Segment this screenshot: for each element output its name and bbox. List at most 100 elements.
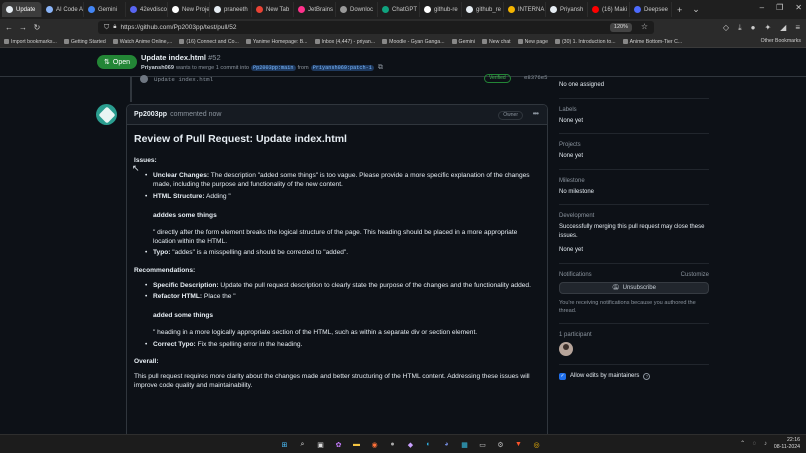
commit-author-avatar[interactable] [140,75,148,83]
minimize-icon[interactable]: – [760,3,764,12]
tab-list-chevron-icon[interactable]: ⌄ [687,4,705,15]
bookmark-item[interactable]: Getting Started [63,39,106,45]
windows-start-icon[interactable]: ⊞ [278,438,291,451]
copilot-icon[interactable]: ✿ [332,438,345,451]
extensions-icon[interactable]: ◢ [780,23,786,33]
unsubscribe-button[interactable]: 🔕︎ Unsubscribe [559,281,709,294]
bookmark-item[interactable]: Moodle - Gyan Ganga... [382,39,445,45]
reload-icon[interactable]: ↻ [30,23,44,32]
comment-timestamp[interactable]: commented now [170,111,221,118]
windows-taskbar: ⊞ ⌕ ▣ ✿ ▬ ◉ ● ◆ ◐ ◕ ▦ ▭ ⚙ ▼ ◎ ⌃ ◌ ♪ 22:1… [0,434,806,453]
account-icon[interactable]: ● [751,23,756,33]
browser-tab[interactable]: New Tab [252,2,294,17]
pocket-icon[interactable]: ◇ [723,23,729,33]
bookmark-item[interactable]: Anime Bottom-Tier C... [622,39,682,45]
browser-tab[interactable]: (16) Maki [588,2,630,17]
browser-tab[interactable]: github_re [462,2,504,17]
browser-tab-bar: Update✕AI Code A Gemini 42evdiscoNew Proje… [0,0,806,19]
bookmark-star-icon[interactable]: ☆ [641,22,648,31]
browser-tab[interactable]: JetBrains [294,2,336,17]
menu-icon[interactable]: ≡ [795,23,800,33]
edge-icon[interactable]: ◐ [422,438,435,451]
task-view-icon[interactable]: ▣ [314,438,327,451]
browser-tab[interactable]: Downloc [336,2,378,17]
bookmark-item[interactable]: Import bookmarks... [4,39,57,45]
settings-icon[interactable]: ⚙ [494,438,507,451]
file-explorer-icon[interactable]: ▬ [350,438,363,451]
browser-tab[interactable]: 42evdisco [126,2,168,17]
comment-author-avatar[interactable] [96,104,117,125]
pr-author-link[interactable]: Priyansh069 [141,65,174,71]
question-icon[interactable]: ? [643,372,651,380]
back-icon[interactable]: ← [2,23,16,32]
brave-icon[interactable]: ▼ [512,438,525,451]
customize-link[interactable]: Customize [681,272,709,278]
participant-avatar[interactable] [559,341,573,356]
allow-edits-checkbox[interactable]: ✓ [559,372,566,380]
mouse-cursor-icon: ↖ [132,163,140,173]
browser-tab[interactable]: praneeth [210,2,252,17]
other-bookmarks[interactable]: Other Bookmarks [761,38,801,44]
browser-tab[interactable]: github-re [420,2,462,17]
bookmark-favicon-icon [517,39,523,44]
head-branch[interactable]: Priyansh069:patch-1 [310,65,374,71]
verified-badge[interactable]: Verified [484,74,511,83]
chrome-icon[interactable]: ◎ [530,438,543,451]
github-desktop-icon[interactable]: ◆ [404,438,417,451]
projects-title[interactable]: Projects [559,142,709,148]
commit-message[interactable]: Update index.html [154,76,213,83]
system-tray[interactable]: ⌃ ◌ ♪ [740,440,770,447]
browser-tab[interactable]: Deepsee [630,2,672,17]
development-title[interactable]: Development [559,213,709,219]
discord-icon[interactable]: ◕ [440,438,453,451]
bookmark-item[interactable]: Inbox (4,447) - priyan... [314,39,375,45]
browser-tab[interactable]: New Proje [168,2,210,17]
bookmark-favicon-icon [179,39,185,44]
kebab-menu-icon[interactable]: ••• [533,109,539,118]
labels-title[interactable]: Labels [559,107,709,113]
list-item: Correct Typo: Fix the spelling error in … [134,340,540,349]
browser-tab[interactable]: AI Code A [42,2,84,17]
tab-label: praneeth [224,6,248,13]
milestone-title[interactable]: Milestone [559,178,709,184]
forward-icon[interactable]: → [16,23,30,32]
tab-label: JetBrains [308,6,334,13]
search-icon[interactable]: ⌕ [296,438,309,451]
close-window-icon[interactable]: ✕ [795,3,802,12]
browser-tab[interactable]: Priyansh [546,2,588,17]
zoom-level[interactable]: 120% [609,23,632,32]
bookmark-item[interactable]: (30) 1. Introduction to... [554,39,616,45]
browser-tab[interactable]: Gemini [84,2,126,17]
browser-tab[interactable]: INTERNA [504,2,546,17]
terminal-icon[interactable]: ▭ [476,438,489,451]
base-branch[interactable]: Pp2003pp:main [251,65,296,71]
bookmark-item[interactable]: Watch Anime Online,... [112,39,172,45]
tab-label: Gemini [98,6,118,13]
bookmark-item[interactable]: New chat [481,39,511,45]
favicon-icon [466,6,473,13]
maximize-icon[interactable]: ❐ [776,3,783,12]
browser-tab[interactable]: ChatGPT [378,2,420,17]
bookmark-favicon-icon [451,39,457,44]
browser-tab[interactable]: Update✕ [2,2,42,17]
bookmarks-bar: Import bookmarks... Getting Started Watch … [0,36,806,48]
bell-slash-icon: 🔕︎ [612,285,620,291]
notifications-reason: You're receiving notifications because y… [559,299,696,314]
favicon-icon [424,6,431,13]
extension-icon[interactable]: ✦ [764,23,771,33]
clock[interactable]: 22:16 08-11-2024 [774,437,800,451]
bookmark-item[interactable]: (16) Connect and Co... [179,39,239,45]
comment-author[interactable]: Pp2003pp [134,111,167,118]
copy-icon[interactable]: ⧉ [378,64,383,72]
store-icon[interactable]: ▦ [458,438,471,451]
bookmark-item[interactable]: Yanime Homepage: B... [245,39,308,45]
bookmark-item[interactable]: New page [517,39,548,45]
url-bar[interactable]: ⛉ 🔒︎ https://github.com/Pp2003pp/test/pu… [98,21,654,34]
favicon-icon [88,6,95,13]
app-icon[interactable]: ● [386,438,399,451]
bookmark-item[interactable]: Gemini [451,39,475,45]
commit-sha[interactable]: e8376e5 [524,74,548,81]
download-icon[interactable]: ⤓ [738,23,742,33]
firefox-icon[interactable]: ◉ [368,438,381,451]
new-tab-button[interactable]: + [672,5,687,15]
